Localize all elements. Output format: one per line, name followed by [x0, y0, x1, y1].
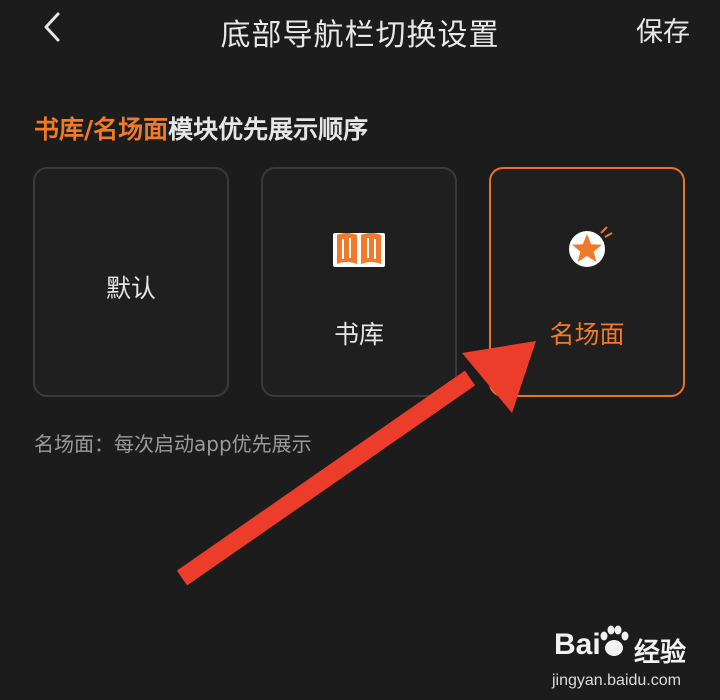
- top-bar: 底部导航栏切换设置 保存: [0, 0, 720, 60]
- chevron-left-icon: [44, 12, 60, 42]
- save-button[interactable]: 保存: [636, 10, 690, 49]
- watermark-brand: Bai: [554, 628, 601, 661]
- watermark-suffix: 经验: [634, 638, 687, 668]
- section-title: 书库/名场面模块优先展示顺序: [34, 110, 368, 146]
- hint-text: 名场面：每次启动app优先展示: [34, 432, 312, 456]
- option-card-scenes[interactable]: 名场面: [489, 167, 685, 397]
- baidu-jingyan-watermark: Bai 经验 jingyan.baidu.com: [548, 620, 718, 696]
- option-label-library: 书库: [333, 320, 384, 349]
- star-icon: [569, 226, 613, 267]
- option-card-library[interactable]: 书库: [261, 167, 457, 397]
- page-title: 底部导航栏切换设置: [220, 18, 500, 53]
- open-book-icon: [333, 233, 385, 267]
- watermark-url: jingyan.baidu.com: [552, 672, 681, 689]
- option-label-default: 默认: [105, 274, 156, 303]
- section-title-rest: 模块优先展示顺序: [168, 115, 369, 144]
- option-label-scenes: 名场面: [549, 320, 625, 349]
- back-button[interactable]: [38, 10, 68, 44]
- section-title-highlight: 书库/名场面: [34, 115, 169, 144]
- paw-icon: [600, 625, 629, 656]
- option-card-default[interactable]: 默认: [33, 167, 229, 397]
